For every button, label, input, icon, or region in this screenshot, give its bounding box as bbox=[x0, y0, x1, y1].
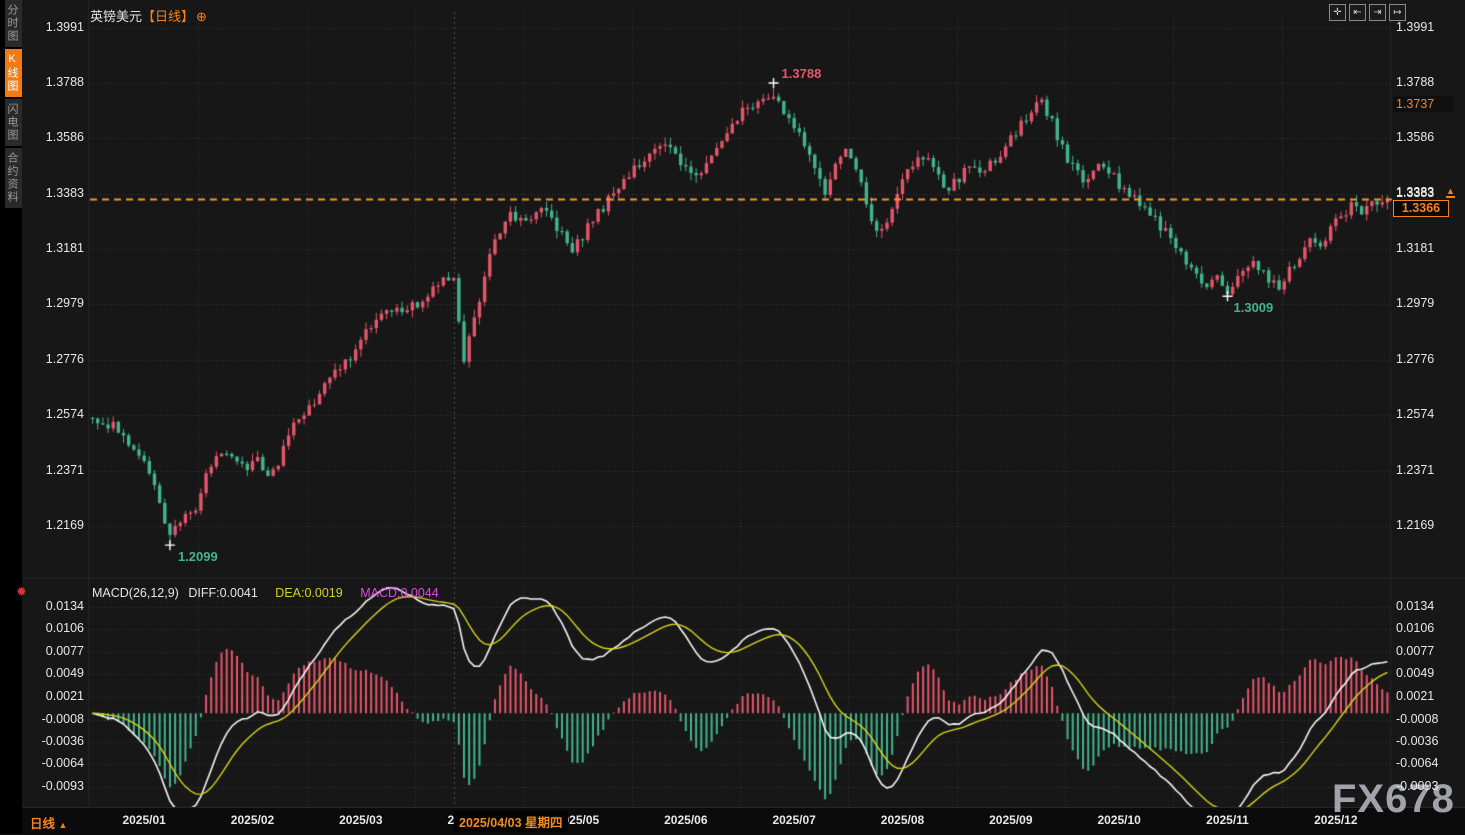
period-selector[interactable]: 日线 ▲ bbox=[30, 813, 67, 832]
go-to-latest-icon[interactable]: ↦ bbox=[1389, 4, 1406, 21]
macd-macd-value: MACD:0.0044 bbox=[360, 586, 439, 600]
price-axis-label-left: 1.2776 bbox=[24, 352, 84, 366]
macd-axis-label-right: -0.0064 bbox=[1396, 756, 1456, 770]
price-axis-label-right: 1.2574 bbox=[1396, 407, 1456, 421]
macd-axis-label-right: -0.0008 bbox=[1396, 712, 1456, 726]
month-label: 2025/03 bbox=[329, 813, 393, 827]
price-axis-label-right: 1.2371 bbox=[1396, 463, 1456, 477]
period-tag: 【日线】 bbox=[142, 9, 194, 24]
macd-axis-label-left: 0.0021 bbox=[24, 689, 84, 703]
sidebar-tab-1[interactable]: K线图 bbox=[5, 49, 22, 97]
macd-axis-label-left: 0.0106 bbox=[24, 621, 84, 635]
expand-axis-icon[interactable]: ⇥ bbox=[1369, 4, 1386, 21]
crosshair-date-tooltip: 2025/04/03 星期四 bbox=[454, 811, 568, 832]
month-label: 2025/08 bbox=[871, 813, 935, 827]
compress-axis-icon[interactable]: ⇤ bbox=[1349, 4, 1366, 21]
month-label: 2025/12 bbox=[1304, 813, 1368, 827]
sidebar-tab-2[interactable]: 闪电图 bbox=[5, 99, 22, 146]
macd-axis-label-right: -0.0093 bbox=[1396, 779, 1456, 793]
macd-diff-value: DIFF:0.0041 bbox=[188, 586, 257, 600]
price-axis-label-left: 1.3788 bbox=[24, 75, 84, 89]
high-annotation: 1.3788 bbox=[782, 66, 822, 81]
sidebar-tab-3[interactable]: 合约资料 bbox=[5, 148, 22, 208]
macd-axis-label-left: 0.0134 bbox=[24, 599, 84, 613]
jan-low-annotation: 1.2099 bbox=[178, 549, 218, 564]
session-high-marker: 1.3737 bbox=[1393, 96, 1454, 112]
price-axis-label-right: 1.3586 bbox=[1396, 130, 1456, 144]
macd-axis-label-left: -0.0008 bbox=[24, 712, 84, 726]
period-selector-arrow-icon: ▲ bbox=[59, 820, 68, 830]
price-axis-label-right: 1.2979 bbox=[1396, 296, 1456, 310]
month-label: 2025/06 bbox=[654, 813, 718, 827]
price-axis-label-left: 1.2169 bbox=[24, 518, 84, 532]
macd-axis-label-right: 0.0049 bbox=[1396, 666, 1456, 680]
chart-settings-icon[interactable]: ⊕ bbox=[196, 9, 207, 24]
price-axis-label-right: 1.3991 bbox=[1396, 20, 1456, 34]
price-axis-label-left: 1.2574 bbox=[24, 407, 84, 421]
macd-axis-label-left: 0.0077 bbox=[24, 644, 84, 658]
macd-axis-label-right: -0.0036 bbox=[1396, 734, 1456, 748]
price-axis-label-left: 1.2371 bbox=[24, 463, 84, 477]
macd-axis-label-left: 0.0049 bbox=[24, 666, 84, 680]
month-label: 2025/10 bbox=[1087, 813, 1151, 827]
price-axis-label-left: 1.3991 bbox=[24, 20, 84, 34]
month-label: 2025/09 bbox=[979, 813, 1043, 827]
price-axis-label-left: 1.3181 bbox=[24, 241, 84, 255]
macd-title: MACD(26,12,9) bbox=[92, 586, 179, 600]
pan-tool-icon[interactable]: ✛ bbox=[1329, 4, 1346, 21]
macd-axis-label-left: -0.0093 bbox=[24, 779, 84, 793]
price-axis-label-right: 1.2776 bbox=[1396, 352, 1456, 366]
price-axis-label-right: 1.3383 bbox=[1396, 186, 1456, 200]
price-axis-label-left: 1.3586 bbox=[24, 130, 84, 144]
month-label: 2025/01 bbox=[112, 813, 176, 827]
macd-axis-label-left: -0.0036 bbox=[24, 734, 84, 748]
macd-axis-label-right: 0.0106 bbox=[1396, 621, 1456, 635]
macd-header: MACD(26,12,9) DIFF:0.0041 DEA:0.0019 MAC… bbox=[92, 586, 439, 600]
macd-dea-value: DEA:0.0019 bbox=[275, 586, 342, 600]
current-price-box: 1.3366 bbox=[1393, 200, 1449, 217]
month-label: 2025/07 bbox=[762, 813, 826, 827]
candlestick-macd-chart[interactable] bbox=[0, 0, 1465, 834]
chart-title: 英镑美元【日线】⊕ bbox=[90, 6, 207, 25]
month-label: 2025/02 bbox=[221, 813, 285, 827]
macd-axis-label-left: -0.0064 bbox=[24, 756, 84, 770]
sidebar-tab-0[interactable]: 分时图 bbox=[5, 0, 22, 47]
price-axis-label-left: 1.2979 bbox=[24, 296, 84, 310]
period-selector-label: 日线 bbox=[30, 817, 55, 831]
symbol-name: 英镑美元 bbox=[90, 9, 142, 24]
nov-low-annotation: 1.3009 bbox=[1234, 300, 1274, 315]
macd-axis-label-right: 0.0021 bbox=[1396, 689, 1456, 703]
macd-settings-icon[interactable]: ✹ bbox=[16, 584, 27, 600]
price-axis-label-right: 1.3181 bbox=[1396, 241, 1456, 255]
macd-axis-label-right: 0.0134 bbox=[1396, 599, 1456, 613]
macd-axis-label-right: 0.0077 bbox=[1396, 644, 1456, 658]
price-axis-label-right: 1.3788 bbox=[1396, 75, 1456, 89]
price-axis-label-left: 1.3383 bbox=[24, 186, 84, 200]
chart-toolbar: ✛⇤⇥↦ bbox=[1329, 4, 1406, 21]
price-axis-label-right: 1.2169 bbox=[1396, 518, 1456, 532]
month-label: 2025/11 bbox=[1196, 813, 1260, 827]
chart-type-sidebar: 分时图 K线图闪电图合约资料 bbox=[5, 0, 22, 834]
